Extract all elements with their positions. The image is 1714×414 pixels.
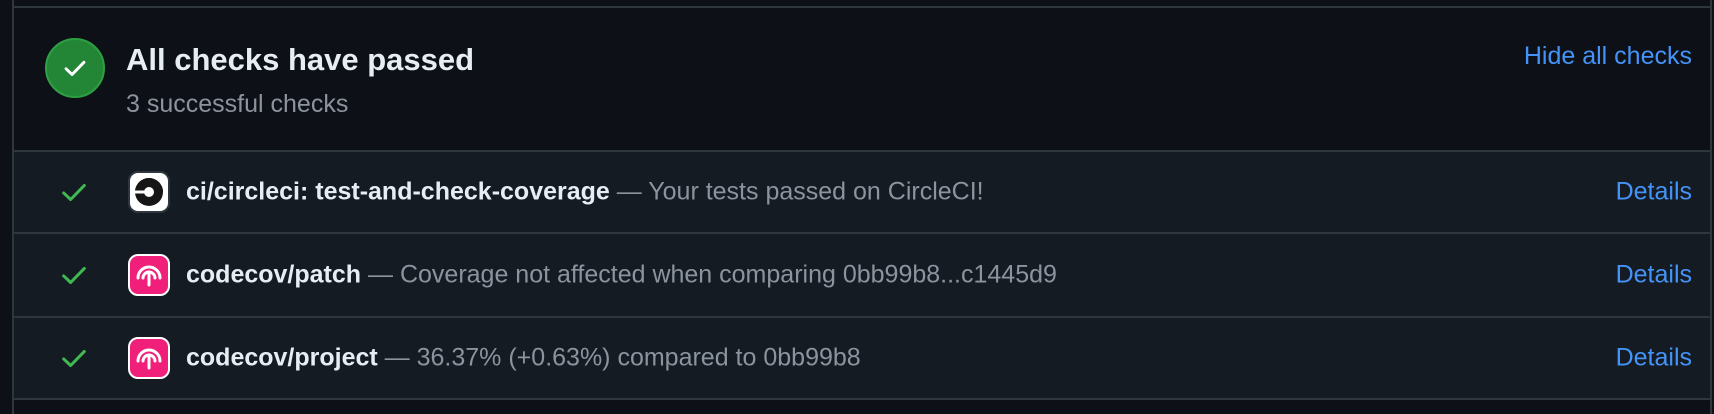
- check-row: codecov/patch — Coverage not affected wh…: [14, 234, 1710, 318]
- summary-subtitle: 3 successful checks: [126, 90, 349, 118]
- check-name: ci/circleci: test-and-check-coverage: [186, 177, 610, 206]
- check-icon: [62, 266, 86, 284]
- details-link[interactable]: Details: [1616, 344, 1692, 373]
- check-icon: [62, 183, 86, 201]
- check-icon: [64, 60, 86, 76]
- check-name: codecov/project: [186, 343, 378, 372]
- circleci-logo-icon: [128, 171, 170, 213]
- checks-summary: All checks have passed 3 successful chec…: [14, 8, 1710, 152]
- check-text: codecov/patch — Coverage not affected wh…: [186, 261, 1057, 290]
- check-text: ci/circleci: test-and-check-coverage — Y…: [186, 178, 984, 207]
- summary-title: All checks have passed: [126, 42, 475, 77]
- check-description: — 36.37% (+0.63%) compared to 0bb99b8: [377, 343, 861, 372]
- details-link[interactable]: Details: [1616, 178, 1692, 207]
- hide-all-checks-link[interactable]: Hide all checks: [1524, 42, 1692, 71]
- check-description: — Coverage not affected when comparing 0…: [361, 260, 1057, 289]
- check-row: ci/circleci: test-and-check-coverage — Y…: [14, 152, 1710, 234]
- codecov-logo-icon: [128, 337, 170, 379]
- check-row: codecov/project — 36.37% (+0.63%) compar…: [14, 318, 1710, 400]
- codecov-logo-icon: [128, 254, 170, 296]
- success-status-icon: [45, 38, 105, 98]
- check-description: — Your tests passed on CircleCI!: [609, 177, 984, 206]
- checks-panel: All checks have passed 3 successful chec…: [12, 0, 1712, 414]
- check-name: codecov/patch: [186, 260, 362, 289]
- details-link[interactable]: Details: [1616, 261, 1692, 290]
- check-list: ci/circleci: test-and-check-coverage — Y…: [14, 152, 1710, 400]
- check-icon: [62, 349, 86, 367]
- check-text: codecov/project — 36.37% (+0.63%) compar…: [186, 344, 861, 373]
